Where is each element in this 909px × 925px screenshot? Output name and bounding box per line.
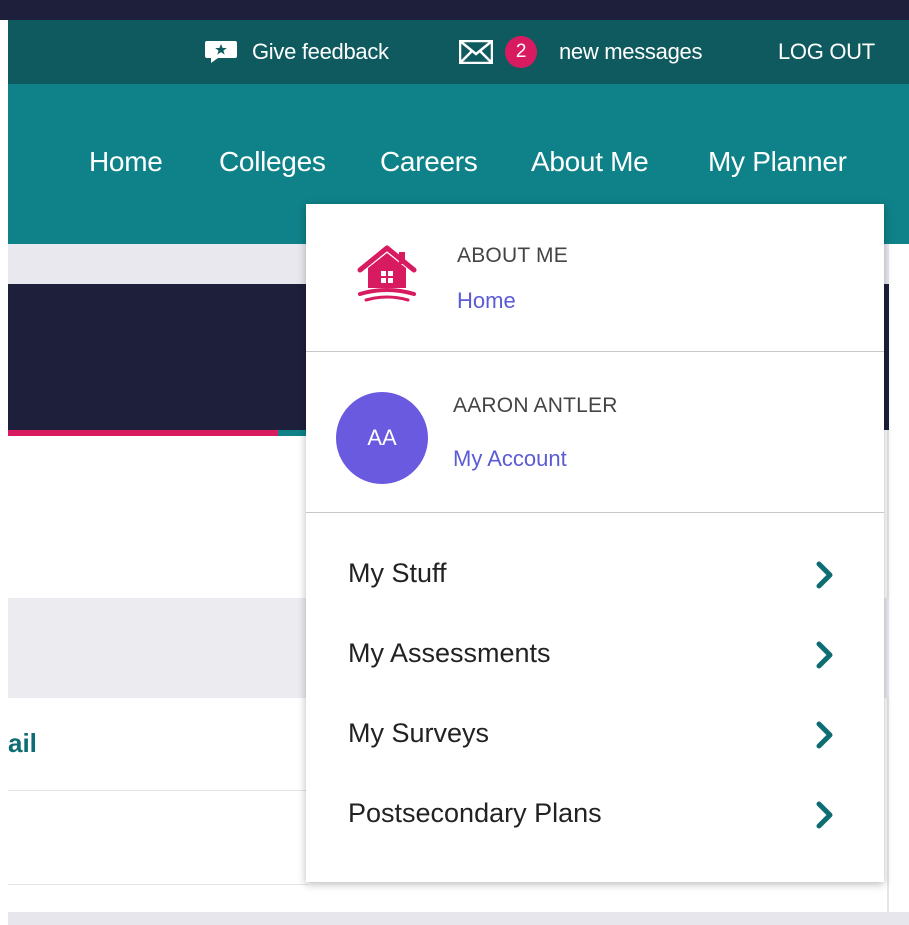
messages-label: new messages [559,39,703,64]
nav-about-me[interactable]: About Me [531,146,649,178]
partial-link-text[interactable]: ail [8,728,37,759]
about-me-heading: ABOUT ME [457,244,568,267]
menu-item-label: Postsecondary Plans [348,798,602,828]
my-account-link[interactable]: My Account [453,446,567,472]
chevron-right-icon [816,801,833,829]
about-me-section: ABOUT ME Home [306,204,884,352]
chevron-right-icon [816,561,833,589]
menu-item-postsecondary-plans[interactable]: Postsecondary Plans [306,784,884,844]
about-home-link[interactable]: Home [457,288,516,314]
give-feedback-link[interactable]: Give feedback [204,20,389,84]
page-bottom-band [8,912,909,925]
chevron-right-icon [816,721,833,749]
avatar: AA [336,392,428,484]
nav-my-planner[interactable]: My Planner [708,146,847,178]
menu-item-label: My Stuff [348,558,447,588]
menu-item-label: My Assessments [348,638,551,668]
mail-icon [459,40,493,64]
utility-bar: Give feedback 2 new messages LOG OUT [8,20,909,84]
menu-item-label: My Surveys [348,718,490,748]
row-divider [8,790,308,791]
feedback-icon [205,41,237,63]
top-edge-bar [0,0,909,20]
hero-accent-stripe-teal [278,430,308,436]
menu-item-my-surveys[interactable]: My Surveys [306,704,884,764]
nav-colleges[interactable]: Colleges [219,146,326,178]
give-feedback-label: Give feedback [252,39,389,64]
row-divider [8,884,308,885]
nav-home[interactable]: Home [89,146,163,178]
logout-button[interactable]: LOG OUT [778,20,875,84]
chevron-right-icon [816,641,833,669]
nav-careers[interactable]: Careers [380,146,478,178]
account-section: AA AARON ANTLER My Account [306,352,884,513]
menu-item-my-assessments[interactable]: My Assessments [306,624,884,684]
house-icon [357,245,417,302]
message-count-badge: 2 [505,36,537,68]
user-name: AARON ANTLER [453,394,618,417]
messages-link[interactable]: 2 new messages [459,20,702,84]
about-me-dropdown: ABOUT ME Home AA AARON ANTLER My Account… [306,204,884,882]
hero-accent-stripe [8,430,278,436]
menu-item-my-stuff[interactable]: My Stuff [306,544,884,604]
